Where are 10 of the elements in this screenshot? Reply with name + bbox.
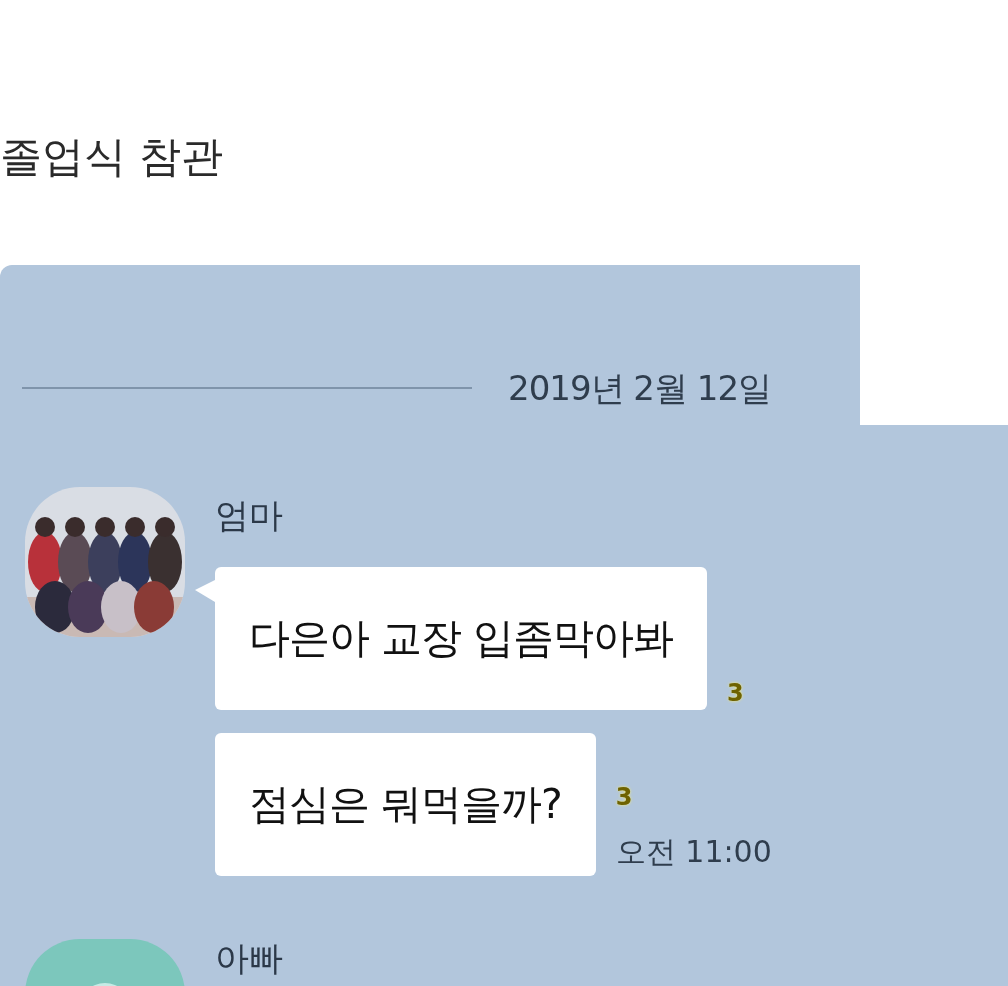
chat-title: 졸업식 참관	[0, 131, 225, 183]
message-bubble: 다은아 교장 입좀막아봐	[215, 567, 708, 710]
sender-name: 아빠	[215, 939, 283, 977]
unread-count: 3	[727, 680, 744, 706]
message-bubble: 점심은 뭐먹을까?	[215, 733, 596, 876]
bubble-tail	[195, 580, 215, 602]
unread-count: 3	[615, 784, 633, 810]
date-divider-label: 2019년 2월 12일	[508, 367, 772, 410]
message-time: 오전 11:00	[615, 833, 772, 871]
sender-name: 엄마	[215, 494, 284, 537]
